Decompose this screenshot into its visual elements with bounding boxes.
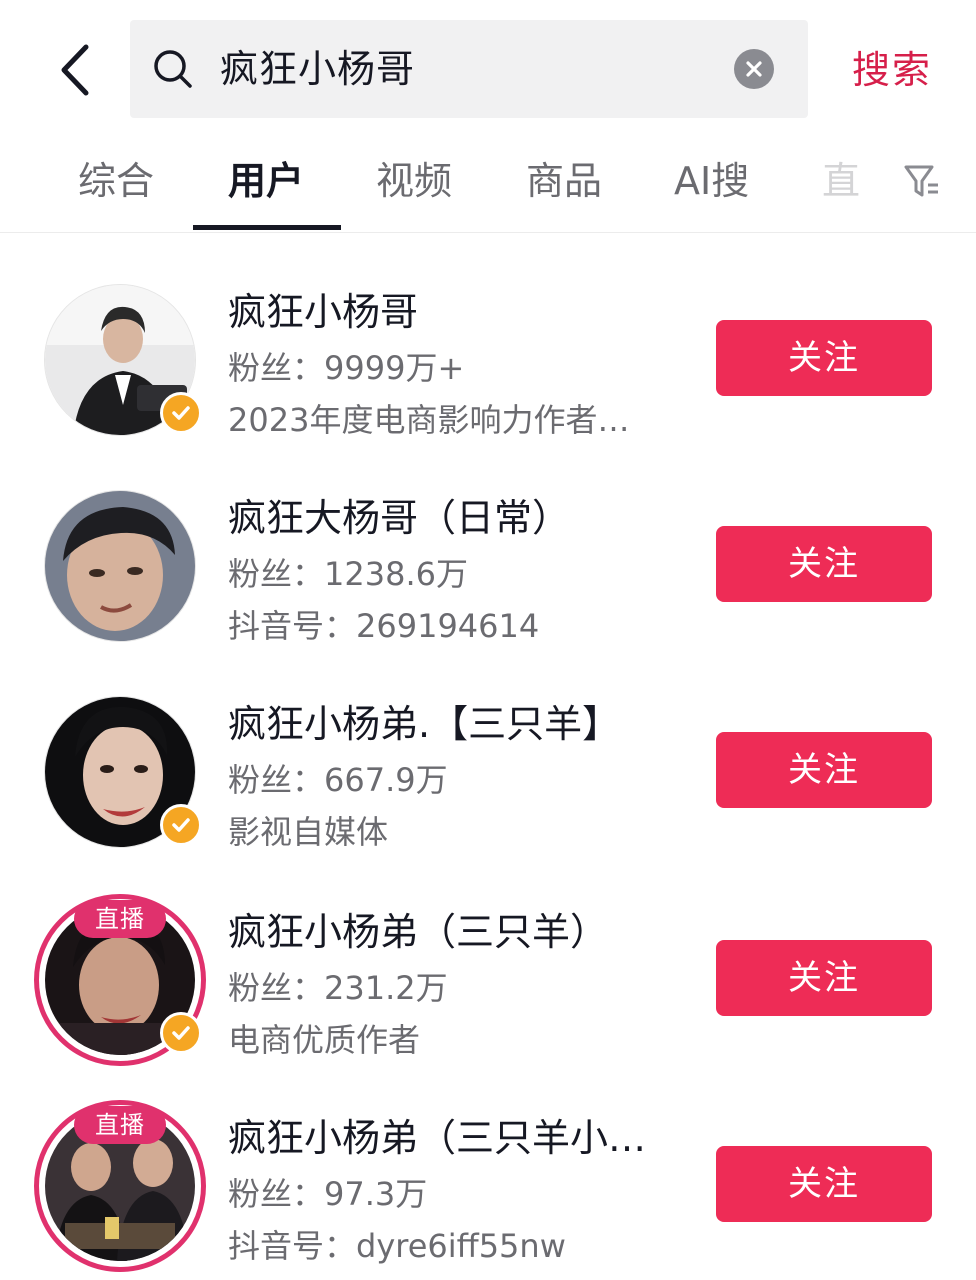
list-item[interactable]: 直播 疯狂小杨弟（三只羊小… 粉丝：97.3万 抖音号：dyre6iff55nw… <box>0 1100 976 1280</box>
follower-count: 粉丝：231.2万 <box>228 969 448 1007</box>
user-name: 疯狂小杨弟（三只羊） <box>228 910 609 954</box>
live-badge: 直播 <box>74 900 166 938</box>
search-icon <box>154 50 192 88</box>
user-name: 疯狂小杨弟（三只羊小… <box>228 1116 647 1160</box>
follower-count: 粉丝：9999万+ <box>228 349 465 387</box>
back-button[interactable] <box>48 40 102 100</box>
follow-button[interactable]: 关注 <box>716 1146 932 1222</box>
follower-count: 粉丝：97.3万 <box>228 1175 428 1213</box>
user-id: 抖音号：dyre6iff55nw <box>228 1227 566 1265</box>
check-badge-icon <box>160 392 202 434</box>
tab-products[interactable]: 商品 <box>526 153 602 209</box>
tab-live[interactable]: 直 <box>822 153 860 209</box>
close-icon <box>746 61 762 77</box>
avatar[interactable] <box>44 490 196 642</box>
avatar[interactable] <box>44 696 202 848</box>
active-tab-indicator <box>193 225 341 230</box>
follow-button[interactable]: 关注 <box>716 320 932 396</box>
user-id: 抖音号：269194614 <box>228 607 540 645</box>
live-badge: 直播 <box>74 1106 166 1144</box>
search-input[interactable] <box>220 20 720 118</box>
check-badge-icon <box>160 804 202 846</box>
follow-button[interactable]: 关注 <box>716 732 932 808</box>
search-button[interactable]: 搜索 <box>852 44 932 96</box>
avatar[interactable]: 直播 <box>34 1100 206 1272</box>
user-description: 影视自媒体 <box>228 813 389 851</box>
user-description: 电商优质作者 <box>228 1021 421 1059</box>
check-badge-icon <box>160 1012 202 1054</box>
search-header: 搜索 <box>0 0 976 135</box>
tab-users[interactable]: 用户 <box>228 153 304 209</box>
list-item[interactable]: 疯狂小杨哥 粉丝：9999万+ 2023年度电商影响力作者… 关注 <box>0 284 976 490</box>
follow-button[interactable]: 关注 <box>716 940 932 1016</box>
user-name: 疯狂小杨弟.【三只羊】 <box>228 702 621 746</box>
filter-icon[interactable] <box>902 161 942 201</box>
search-bar <box>130 20 808 118</box>
tab-videos[interactable]: 视频 <box>376 153 452 209</box>
list-item[interactable]: 疯狂小杨弟.【三只羊】 粉丝：667.9万 影视自媒体 关注 <box>0 696 976 902</box>
tab-ai-search[interactable]: AI搜 <box>674 153 749 209</box>
user-description: 2023年度电商影响力作者… <box>228 401 630 439</box>
avatar[interactable] <box>44 284 202 436</box>
result-tabs: 综合 用户 视频 商品 AI搜 直 <box>0 135 976 233</box>
chevron-left-icon <box>61 44 89 96</box>
user-name: 疯狂大杨哥（日常） <box>228 496 571 540</box>
tab-comprehensive[interactable]: 综合 <box>78 153 154 209</box>
follower-count: 粉丝：1238.6万 <box>228 555 468 593</box>
follower-count: 粉丝：667.9万 <box>228 761 448 799</box>
list-item[interactable]: 直播 疯狂小杨弟（三只羊） 粉丝：231.2万 电商优质作者 关注 <box>0 894 976 1110</box>
avatar[interactable]: 直播 <box>34 894 206 1066</box>
clear-search-button[interactable] <box>734 49 774 89</box>
user-name: 疯狂小杨哥 <box>228 290 419 334</box>
follow-button[interactable]: 关注 <box>716 526 932 602</box>
list-item[interactable]: 疯狂大杨哥（日常） 粉丝：1238.6万 抖音号：269194614 关注 <box>0 490 976 696</box>
avatar-image <box>44 490 196 642</box>
